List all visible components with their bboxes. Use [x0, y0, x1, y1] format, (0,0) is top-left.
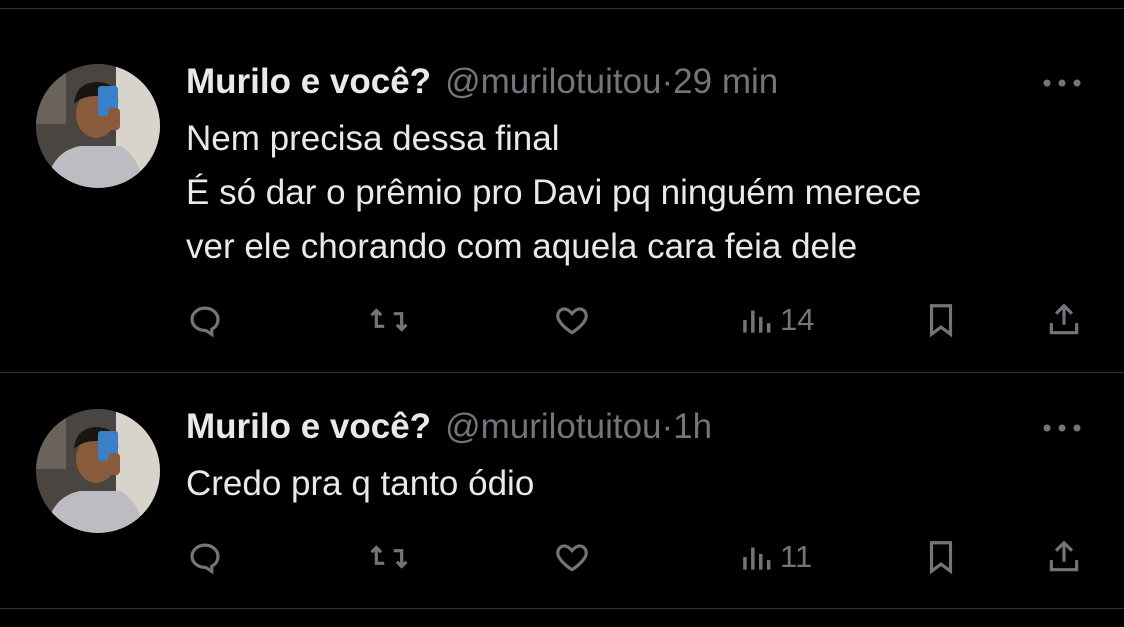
bookmark-button[interactable]	[922, 298, 960, 342]
tweet-actions: 14	[0, 298, 1124, 342]
author-handle[interactable]: @murilotuitou	[445, 407, 661, 446]
tweet-text-line: Credo pra q tanto ódio	[186, 464, 535, 503]
avatar[interactable]	[36, 64, 160, 188]
retweet-button[interactable]	[368, 535, 410, 579]
share-icon	[1049, 303, 1079, 335]
views-button[interactable]: 11	[738, 535, 812, 579]
tweet-header: Murilo e você? @murilotuitou·29 min	[186, 62, 778, 102]
avatar-photo	[36, 64, 160, 188]
tweet-text-line: É só dar o prêmio pro Davi pq ninguém me…	[186, 173, 922, 212]
like-button[interactable]	[553, 535, 591, 579]
reply-button[interactable]	[186, 535, 224, 579]
tweet-text-line: Nem precisa dessa final	[186, 119, 560, 158]
retweet-icon	[370, 308, 408, 332]
tweet-header: Murilo e você? @murilotuitou·1h	[186, 407, 712, 447]
bookmark-icon	[929, 541, 953, 575]
views-count: 11	[780, 539, 813, 574]
share-button[interactable]	[1045, 535, 1083, 579]
reply-icon	[190, 306, 220, 338]
tweet-text: Credo pra q tanto ódio	[186, 457, 534, 511]
like-button[interactable]	[553, 298, 591, 342]
share-icon	[1049, 540, 1079, 572]
bookmark-button[interactable]	[922, 535, 960, 579]
tweet-text: Nem precisa dessa final É só dar o prêmi…	[186, 112, 921, 274]
separator-dot: ·	[661, 62, 674, 101]
author-name[interactable]: Murilo e você?	[186, 62, 431, 101]
top-divider	[0, 8, 1124, 9]
separator-dot: ·	[661, 407, 674, 446]
views-count: 14	[780, 302, 815, 337]
bookmark-icon	[929, 304, 953, 338]
avatar-photo	[36, 409, 160, 533]
author-handle[interactable]: @murilotuitou	[445, 62, 661, 101]
views-icon	[743, 310, 771, 333]
timestamp[interactable]: 29 min	[673, 62, 778, 101]
retweet-icon	[370, 545, 408, 569]
reply-button[interactable]	[186, 298, 224, 342]
more-icon[interactable]	[1040, 73, 1084, 93]
bottom-divider	[0, 608, 1124, 609]
views-button[interactable]: 14	[738, 298, 814, 342]
more-icon[interactable]	[1040, 418, 1084, 438]
retweet-button[interactable]	[368, 298, 410, 342]
share-button[interactable]	[1045, 298, 1083, 342]
views-icon	[743, 547, 771, 570]
avatar[interactable]	[36, 409, 160, 533]
tweet-text-line: ver ele chorando com aquela cara feia de…	[186, 227, 858, 266]
like-icon	[556, 544, 588, 572]
author-name[interactable]: Murilo e você?	[186, 407, 431, 446]
timestamp[interactable]: 1h	[673, 407, 712, 446]
reply-icon	[190, 543, 220, 575]
like-icon	[556, 307, 588, 335]
tweet-divider	[0, 372, 1124, 373]
tweet-actions: 11	[0, 535, 1124, 579]
